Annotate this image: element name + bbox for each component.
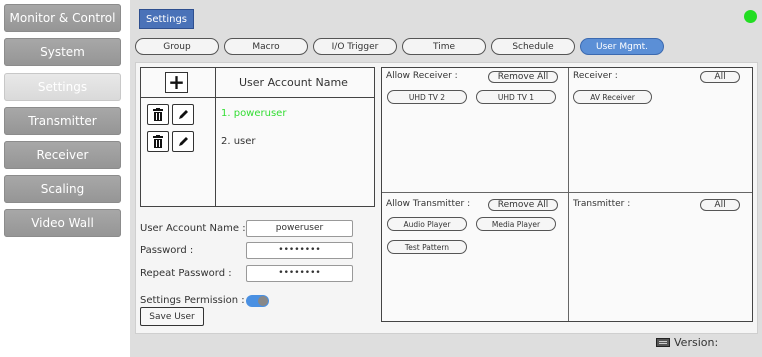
pencil-icon [179,109,188,119]
delete-user-button[interactable] [147,104,169,125]
password-label: Password : [140,245,194,256]
repeat-password-label: Repeat Password : [140,268,232,279]
allowed-transmitter-item[interactable]: Audio Player [387,217,467,231]
plus-icon: + [168,70,185,94]
receiver-label: Receiver : [573,71,618,81]
sidebar-item-monitor-control[interactable]: Monitor & Control [4,4,121,32]
add-user-button[interactable]: + [165,72,188,93]
save-user-button[interactable]: Save User [140,307,204,326]
column-header: User Account Name [239,76,348,89]
pencil-icon [179,136,188,146]
main-panel: Settings Group Macro I/O Trigger Time Sc… [130,0,762,357]
divider [141,97,374,98]
allowed-receiver-item[interactable]: UHD TV 2 [387,90,467,104]
routing-panel: Allow Receiver : Remove All UHD TV 2 UHD… [381,67,753,322]
edit-user-button[interactable] [172,104,194,125]
add-all-transmitters-button[interactable]: All [700,199,740,211]
trash-icon [153,108,163,121]
user-mgmt-content: + User Account Name 1. poweruser 2. user… [135,62,758,334]
sidebar-item-video-wall[interactable]: Video Wall [4,209,121,237]
tab-time[interactable]: Time [402,38,486,55]
receiver-item[interactable]: AV Receiver [573,90,652,104]
add-all-receivers-button[interactable]: All [700,71,740,83]
edit-user-button[interactable] [172,131,194,152]
sidebar-item-system[interactable]: System [4,38,121,66]
permission-label: Settings Permission : [140,295,245,306]
version-info: Version: [656,336,718,349]
version-label: Version: [674,336,719,349]
repeat-password-field[interactable]: •••••••• [246,265,353,282]
divider [568,68,569,321]
tab-io-trigger[interactable]: I/O Trigger [313,38,397,55]
transmitter-label: Transmitter : [573,199,631,209]
sidebar-item-scaling[interactable]: Scaling [4,175,121,203]
delete-user-button[interactable] [147,131,169,152]
divider [215,68,216,206]
section-tag: Settings [139,9,195,29]
sidebar-item-receiver[interactable]: Receiver [4,141,121,169]
tab-user-mgmt[interactable]: User Mgmt. [580,38,664,55]
toggle-knob [258,296,268,306]
tab-group[interactable]: Group [135,38,219,55]
tab-macro[interactable]: Macro [224,38,308,55]
remove-all-receivers-button[interactable]: Remove All [488,71,558,83]
allowed-transmitter-item[interactable]: Test Pattern [387,240,467,254]
divider [382,192,752,193]
account-name-field[interactable]: poweruser [246,220,353,237]
user-list-item[interactable]: 2. user [221,136,256,147]
trash-icon [153,135,163,148]
user-list-item[interactable]: 1. poweruser [221,108,286,119]
allowed-transmitter-item[interactable]: Media Player [476,217,556,231]
sidebar: Monitor & Control System Settings Transm… [0,0,124,357]
status-indicator [744,10,757,23]
user-list: + User Account Name 1. poweruser 2. user [140,67,375,207]
sidebar-item-transmitter[interactable]: Transmitter [4,107,121,135]
sidebar-item-settings[interactable]: Settings [4,73,121,101]
remove-all-transmitters-button[interactable]: Remove All [488,199,558,211]
keyboard-icon [656,338,670,347]
account-name-label: User Account Name : [140,223,246,234]
settings-permission-toggle[interactable] [246,295,269,307]
password-field[interactable]: •••••••• [246,242,353,259]
tab-schedule[interactable]: Schedule [491,38,575,55]
allow-transmitter-label: Allow Transmitter : [386,199,471,209]
allowed-receiver-item[interactable]: UHD TV 1 [476,90,556,104]
allow-receiver-label: Allow Receiver : [386,71,458,81]
